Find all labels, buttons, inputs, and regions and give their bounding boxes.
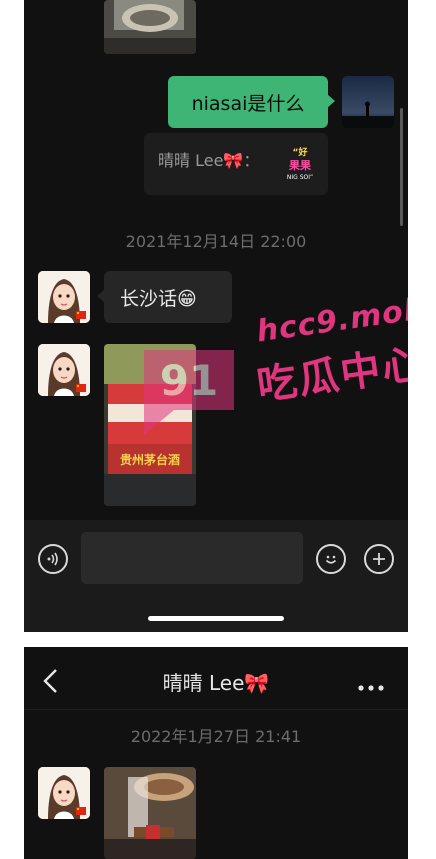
quote-text: 晴晴 Lee🎀： — [158, 151, 260, 170]
contact-avatar-2[interactable] — [38, 344, 90, 396]
watermark-logo-icon: 91 — [144, 350, 234, 435]
received-message-bubble[interactable]: 长沙话😁 — [97, 271, 232, 323]
message-input[interactable] — [81, 532, 303, 584]
header-divider — [24, 709, 408, 710]
quoted-message[interactable]: 晴晴 Lee🎀： “好 果果 NIG SOI” — [144, 133, 328, 195]
chat-header-title: 晴晴 Lee🎀 — [162, 671, 270, 695]
contact-avatar[interactable] — [38, 271, 90, 323]
my-avatar[interactable] — [342, 76, 394, 128]
watermark: 91 hcc9.mobi 吃瓜中心 — [144, 290, 408, 450]
sticker-thumbnail: “好 果果 NIG SOI” — [280, 141, 320, 185]
scrollbar[interactable] — [400, 108, 403, 226]
plus-icon[interactable] — [364, 544, 394, 574]
voice-icon[interactable] — [38, 544, 68, 574]
svg-text:NIG SOI”: NIG SOI” — [287, 174, 313, 181]
more-options-icon[interactable] — [356, 677, 386, 691]
chat-image-dinner[interactable] — [104, 767, 196, 859]
svg-text:贵州茅台酒: 贵州茅台酒 — [120, 452, 180, 467]
received-message-text: 长沙话😁 — [120, 287, 197, 310]
contact-avatar-3[interactable] — [38, 767, 90, 819]
emoji-icon[interactable] — [316, 544, 346, 574]
chat-timestamp-2: 2022年1月27日 21:41 — [130, 727, 302, 746]
svg-text:“好: “好 — [293, 146, 308, 158]
home-indicator[interactable] — [148, 616, 284, 621]
input-bar — [24, 520, 408, 632]
svg-text:果果: 果果 — [288, 159, 311, 172]
chat-image-partial[interactable] — [104, 0, 196, 54]
chat-screen-top: niasai是什么 晴晴 Lee🎀： “好 果果 NIG SOI” 2021年1… — [24, 0, 408, 632]
sent-message-text: niasai是什么 — [191, 92, 305, 115]
watermark-logo-number: 91 — [160, 356, 218, 405]
chat-timestamp: 2021年12月14日 22:00 — [125, 232, 307, 251]
sent-message-bubble[interactable]: niasai是什么 — [168, 76, 335, 128]
chat-screen-bottom: 晴晴 Lee🎀 2022年1月27日 21:41 — [24, 647, 408, 859]
